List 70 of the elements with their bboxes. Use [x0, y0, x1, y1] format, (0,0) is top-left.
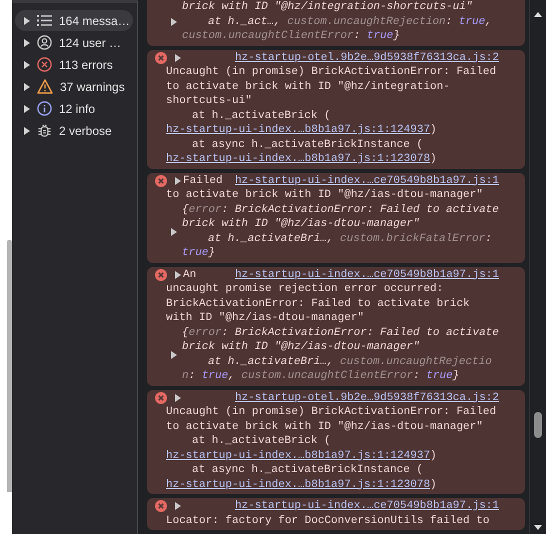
log-text: )	[430, 124, 437, 136]
source-link[interactable]: hz-startup-ui-index.…ce70549b8b1a97.js:1	[234, 174, 499, 188]
log-line: BrickActivationError: Failed to activate brick	[166, 296, 471, 311]
user-icon	[37, 35, 52, 50]
log-line: Uncaught (in promise) BrickActivationError: Failed	[166, 65, 498, 80]
source-link[interactable]: hz-startup-ui-index.…b8b1a97.js:1:123078	[166, 478, 430, 490]
caret-icon[interactable]	[24, 126, 30, 134]
log-line: Uncaught (in promise) BrickActivationError: Failed	[166, 405, 498, 420]
source-link[interactable]: hz-startup-ui-index.…ce70549b8b1a97.js:1	[234, 268, 499, 282]
log-line: {error: BrickActivationError: Failed to activate	[182, 326, 499, 340]
log-line: brick with ID "@hz/ias-dtou-manager"	[182, 340, 421, 354]
log-line: to activate brick with ID "@hz/integration-	[166, 80, 451, 94]
log-line: n: true, custom.uncaughtClientError: true}	[182, 369, 460, 384]
scrollbar-thumb[interactable]	[7, 240, 12, 492]
log-text: Failed	[183, 174, 223, 188]
log-line: with ID "@hz/ias-dtou-manager"	[166, 311, 366, 326]
log-line: at async h._activateBrickInstance (	[191, 138, 424, 152]
log-line: custom.uncaughtClientError: true}	[182, 29, 401, 44]
log-line: at h._activateBrick (	[191, 434, 332, 448]
source-link[interactable]: hz-startup-otel.9b2e…9d5938f76313ca.js:2	[234, 390, 499, 405]
scroll-up-icon[interactable]	[534, 12, 542, 17]
log-text: )	[430, 153, 437, 165]
expand-caret-icon[interactable]	[175, 502, 181, 510]
sidebar-item[interactable]: 12 info	[15, 98, 133, 119]
sidebar-item[interactable]: 37 warnings	[15, 76, 133, 97]
log-line: brick with ID "@hz/ias-dtou-manager"	[182, 217, 421, 232]
expand-caret-icon[interactable]	[175, 54, 181, 62]
log-line: brick with ID "@hz/integration-shortcuts-ui"	[182, 0, 474, 14]
source-link[interactable]: hz-startup-ui-index.…ce70549b8b1a97.js:1	[234, 499, 499, 514]
log-line: to activate brick with ID "@hz/ias-dtou-manager"	[166, 188, 484, 202]
log-line: {error: BrickActivationError: Failed to activate	[182, 202, 499, 217]
log-line: Locator: factory for DocConversionUtils failed to	[166, 514, 490, 528]
sidebar-item[interactable]: 113 errors	[15, 54, 133, 75]
caret-icon[interactable]	[24, 104, 30, 112]
expand-caret-icon[interactable]	[175, 394, 181, 402]
expand-caret-icon[interactable]	[175, 270, 181, 279]
log-line: at async h._activateBrickInstance (	[191, 463, 424, 478]
list-icon	[37, 14, 52, 27]
error-icon	[37, 57, 52, 72]
log-line: at h._activateBrick (	[191, 108, 332, 123]
sidebar-item[interactable]: 164 messa…	[15, 10, 133, 31]
log-line: true}	[182, 246, 216, 260]
source-link[interactable]: hz-startup-otel.9b2e…9d5938f76313ca.js:2	[234, 50, 499, 65]
caret-icon[interactable]	[24, 38, 30, 46]
expand-caret-icon[interactable]	[171, 350, 177, 358]
log-line: at h._activateBri…, custom.uncaughtRejectio	[207, 354, 493, 369]
warning-icon	[37, 79, 53, 94]
source-link[interactable]: hz-startup-ui-index.…b8b1a97.js:1:123078	[166, 153, 430, 165]
log-line: shortcuts-ui"	[166, 94, 253, 108]
info-icon	[37, 101, 52, 116]
log-line: to activate brick with ID "@hz/ias-dtou-manager"	[166, 420, 484, 434]
sidebar-item[interactable]: 124 user …	[15, 32, 133, 53]
bug-icon	[37, 123, 52, 138]
log-line: uncaught promise rejection error occurred:	[166, 282, 444, 296]
log-line: at h._act…, custom.uncaughtRejection: true,	[207, 14, 492, 29]
sidebar-item[interactable]: 2 verbose	[15, 120, 133, 141]
log-text: An	[183, 268, 196, 282]
log-text: )	[430, 450, 437, 462]
scrollbar-thumb[interactable]	[534, 412, 542, 438]
caret-icon[interactable]	[24, 16, 30, 24]
source-link[interactable]: hz-startup-ui-index.…b8b1a97.js:1:124937	[166, 450, 430, 462]
caret-icon[interactable]	[24, 82, 30, 90]
expand-caret-icon[interactable]	[175, 176, 181, 185]
log-line: at h._activateBri…, custom.brickFatalError:	[207, 232, 493, 246]
expand-caret-icon[interactable]	[171, 228, 177, 236]
expand-caret-icon[interactable]	[171, 18, 177, 26]
scroll-down-icon[interactable]	[534, 525, 542, 530]
log-text: )	[430, 478, 437, 490]
caret-icon[interactable]	[24, 60, 30, 68]
source-link[interactable]: hz-startup-ui-index.…b8b1a97.js:1:124937	[166, 124, 430, 136]
